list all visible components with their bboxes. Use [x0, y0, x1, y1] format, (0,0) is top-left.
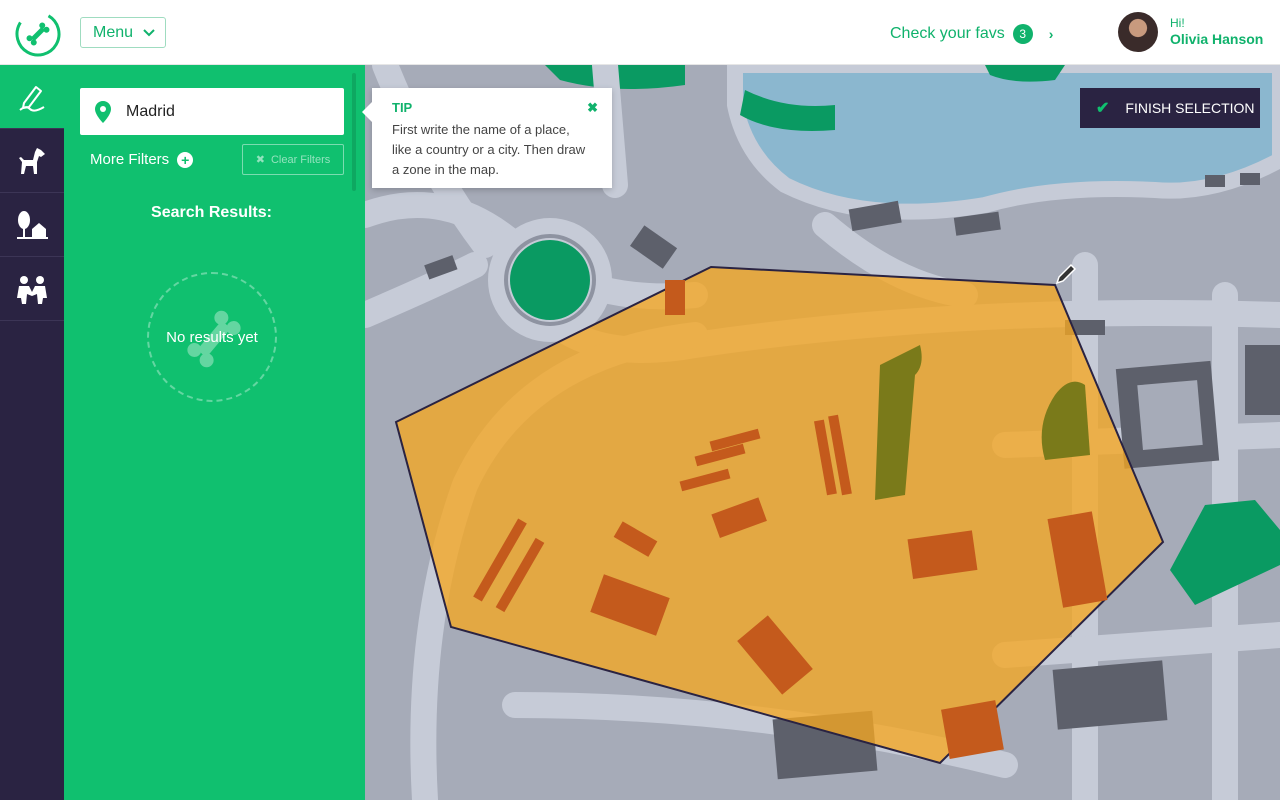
close-icon: ✖	[255, 154, 265, 166]
check-icon: ✔	[1096, 100, 1110, 117]
location-pin-icon	[95, 100, 111, 123]
location-search[interactable]	[80, 88, 344, 135]
rail-item-parks[interactable]	[0, 193, 64, 257]
avatar[interactable]	[1118, 12, 1158, 52]
plus-icon: +	[177, 151, 194, 168]
rail-item-people[interactable]	[0, 257, 64, 321]
clear-filters-label: Clear Filters	[270, 153, 331, 166]
park-house-icon	[17, 210, 48, 239]
menu-button[interactable]: Menu	[80, 17, 166, 48]
chevron-right-icon: ›	[1048, 26, 1054, 42]
tip-close-icon[interactable]: ✖	[587, 100, 598, 116]
empty-results-placeholder: No results yet	[147, 272, 277, 402]
no-results-text: No results yet	[166, 328, 258, 346]
user-name: Olivia Hanson	[1170, 31, 1264, 47]
search-results-title: Search Results:	[151, 204, 272, 221]
finish-selection-button[interactable]: ✔ FINISH SELECTION	[1080, 88, 1260, 128]
dog-icon	[19, 147, 45, 174]
tip-body: First write the name of a place, like a …	[392, 122, 586, 177]
finish-selection-label: FINISH SELECTION	[1125, 100, 1255, 116]
tip-popover: TIP First write the name of a place, lik…	[362, 88, 612, 188]
search-panel: More Filters + ✖ Clear Filters Search Re…	[64, 65, 365, 800]
side-rail	[0, 65, 64, 800]
user-profile[interactable]: Hi! Olivia Hanson	[1118, 12, 1263, 52]
favs-link[interactable]: Check your favs 3 ›	[890, 24, 1053, 44]
favs-count-badge: 3	[1012, 24, 1033, 44]
more-filters-button[interactable]: More Filters +	[90, 151, 194, 168]
greeting: Hi!	[1170, 16, 1185, 30]
draw-zone-icon	[19, 85, 45, 112]
chevron-down-icon	[143, 28, 155, 36]
location-search-input[interactable]	[126, 102, 316, 121]
people-icon	[17, 275, 47, 304]
more-filters-label: More Filters	[90, 151, 170, 168]
logo-icon[interactable]	[14, 10, 62, 58]
clear-filters-button[interactable]: ✖ Clear Filters	[242, 144, 344, 175]
favs-label: Check your favs	[890, 25, 1005, 42]
menu-label: Menu	[93, 23, 134, 41]
rail-item-draw-zone[interactable]	[0, 65, 64, 129]
top-bar: Menu Check your favs 3 › Hi! Olivia Hans…	[0, 0, 1280, 65]
tip-title: TIP	[392, 100, 413, 115]
pencil-cursor-icon	[1055, 263, 1077, 285]
panel-scrollbar[interactable]	[352, 73, 356, 191]
rail-item-dogs[interactable]	[0, 129, 64, 193]
